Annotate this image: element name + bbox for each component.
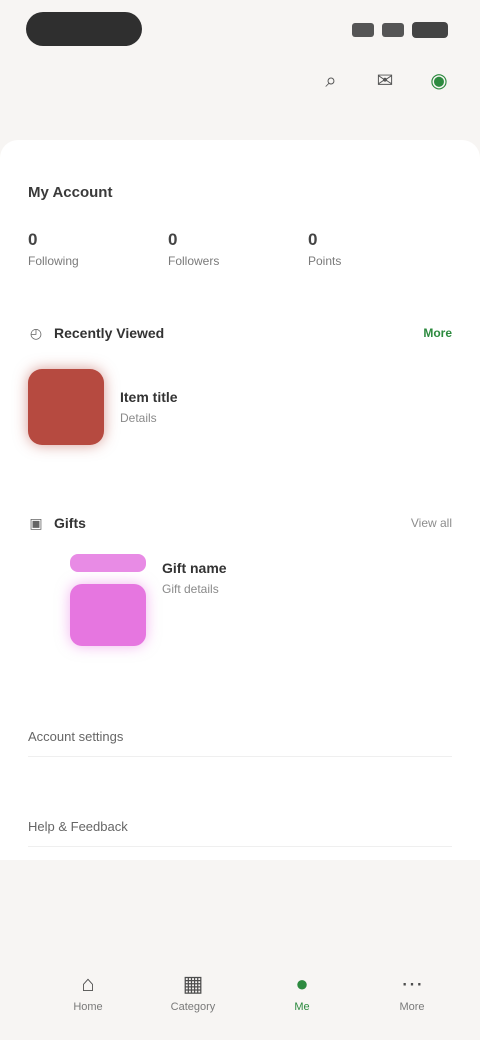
main-content: My Account 0 Following 0 Followers 0 Poi… [0,140,480,860]
battery-icon [412,22,448,38]
gift-icon: ▣ [29,515,43,531]
nav-category[interactable]: ▦ Category [163,968,223,1018]
gift-thumbnail-main [70,584,146,646]
account-stats: 0 Following 0 Followers 0 Points [28,230,452,268]
gifts-header-left: ▣ Gifts [28,515,86,531]
bottom-navigation: ⌂ Home ▦ Category ● Me ⋯ More [0,880,480,1040]
recent-item-sub: Details [120,411,157,425]
stat-following-label: Following [28,254,79,268]
nav-more-label: More [399,1001,425,1013]
nav-category-label: Category [170,1001,216,1013]
list-item-label: Help & Feedback [28,818,128,834]
wifi-icon [382,23,404,37]
list-item-account-settings[interactable]: Account settings [28,716,452,757]
recent-title: Recently Viewed [54,325,165,341]
gift-item-headline: Gift name [162,560,227,576]
nav-me[interactable]: ● Me [272,968,332,1018]
profile-icon[interactable]: ◉ [428,70,450,92]
nav-home-label: Home [73,1001,103,1013]
category-icon: ▦ [182,971,204,996]
recent-item-info: Item title Details [120,389,178,425]
stat-followers[interactable]: 0 Followers [168,230,308,268]
stat-points-value: 0 [308,230,318,249]
recent-item-headline: Item title [120,389,178,405]
recent-header-left: ◴ Recently Viewed [28,325,164,341]
status-time-pill [26,12,142,46]
recent-header: ◴ Recently Viewed More [28,320,452,346]
home-icon: ⌂ [81,971,95,996]
gift-thumbnail-top [70,554,146,572]
gifts-title: Gifts [54,515,86,531]
gift-thumbnails [70,554,146,646]
stat-following[interactable]: 0 Following [28,230,168,268]
list-item-label: Account settings [28,728,124,744]
gifts-header: ▣ Gifts View all [28,510,452,536]
nav-home[interactable]: ⌂ Home [58,968,118,1018]
gift-item-card[interactable]: Gift name Gift details [70,554,470,674]
recent-item-thumbnail [28,369,104,445]
list-item-help[interactable]: Help & Feedback [28,806,452,847]
header-actions: ⌕ ✉ ◉ [320,70,450,92]
stat-points[interactable]: 0 Points [308,230,448,268]
clock-icon: ◴ [29,325,43,341]
status-indicators [352,20,448,40]
nav-me-label: Me [294,1001,310,1013]
more-icon: ⋯ [401,971,423,996]
account-title: My Account [28,184,113,201]
gift-item-info: Gift name Gift details [162,560,227,596]
me-icon: ● [295,971,309,996]
stat-followers-label: Followers [168,254,220,268]
signal-icon [352,23,374,37]
status-bar [0,0,480,64]
nav-more[interactable]: ⋯ More [382,968,442,1018]
recent-item-card[interactable]: Item title Details [28,362,452,452]
stat-followers-value: 0 [168,230,178,249]
search-icon[interactable]: ⌕ [320,70,342,92]
gift-item-sub: Gift details [162,582,219,596]
message-icon[interactable]: ✉ [374,70,396,92]
gifts-view-all-link[interactable]: View all [411,516,452,530]
recent-more-link[interactable]: More [423,326,452,340]
stat-following-value: 0 [28,230,38,249]
stat-points-label: Points [308,254,342,268]
